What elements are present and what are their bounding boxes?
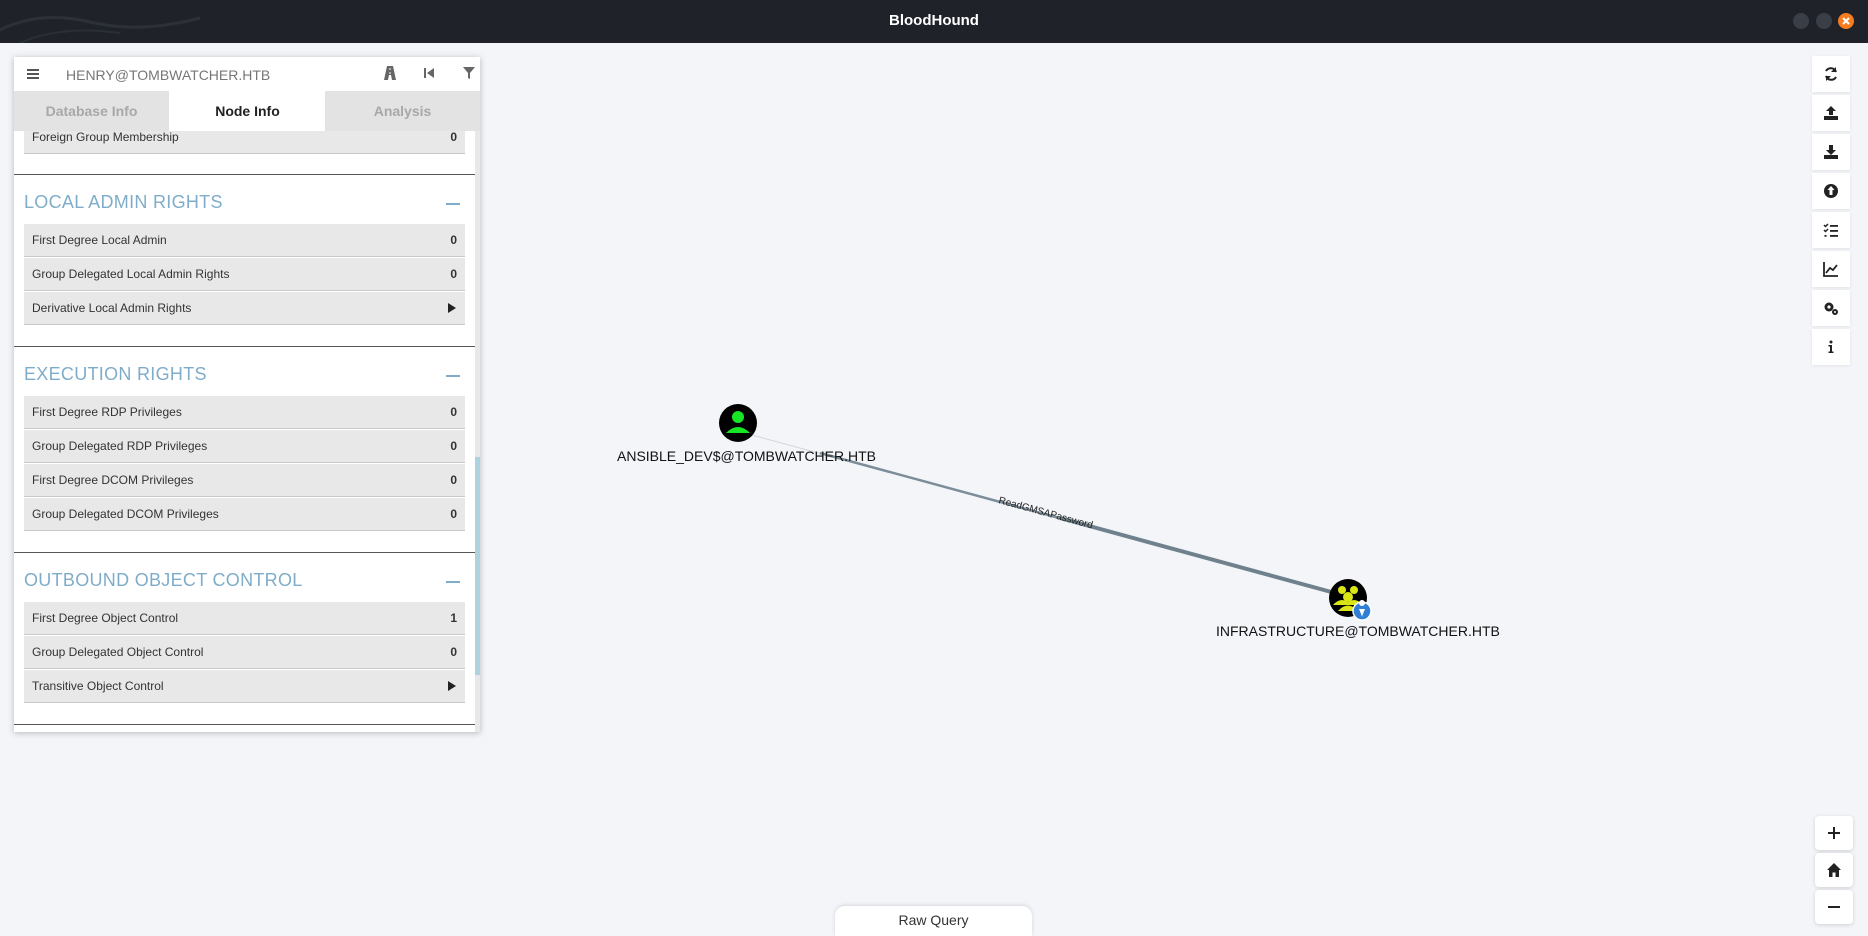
row-value: 0	[450, 473, 457, 487]
foreign-group-membership-row[interactable]: Foreign Group Membership 0	[24, 131, 465, 154]
upload-button[interactable]	[1812, 95, 1850, 131]
download-icon	[1824, 145, 1838, 159]
row-value: 0	[450, 507, 457, 521]
row-label: Group Delegated Local Admin Rights	[32, 267, 230, 281]
section-divider	[14, 174, 475, 175]
minimize-button[interactable]	[1793, 13, 1809, 29]
collapse-execution-button[interactable]	[446, 375, 460, 377]
window-title: BloodHound	[889, 12, 979, 29]
list-item[interactable]: First Degree Local Admin 0	[24, 224, 465, 257]
node-info-content: Foreign Group Membership 0 LOCAL ADMIN R…	[14, 131, 475, 732]
chart-icon	[1823, 262, 1838, 277]
hamburger-menu-icon[interactable]	[26, 66, 40, 82]
refresh-button[interactable]	[1812, 56, 1850, 92]
section-title-local-admin: LOCAL ADMIN RIGHTS	[24, 192, 223, 212]
home-button[interactable]	[1815, 853, 1853, 887]
settings-button[interactable]	[1812, 290, 1850, 326]
pathfinding-icon[interactable]	[382, 65, 398, 81]
list-item[interactable]: First Degree DCOM Privileges 0	[24, 464, 465, 497]
row-label: Group Delegated RDP Privileges	[32, 439, 208, 453]
panel-tabs: Database Info Node Info Analysis	[14, 91, 480, 131]
maximize-button[interactable]	[1816, 13, 1832, 29]
row-label: First Degree Object Control	[32, 611, 179, 625]
section-divider	[14, 346, 475, 347]
zoom-out-icon	[1828, 906, 1840, 908]
settings-icon	[1824, 302, 1838, 315]
row-value: 1	[450, 611, 457, 625]
edge-label: ReadGMSAPassword	[997, 495, 1094, 531]
zoom-in-button[interactable]	[1815, 816, 1853, 850]
filter-icon[interactable]	[462, 65, 476, 81]
zoom-in-icon	[1828, 827, 1840, 839]
list-item[interactable]: First Degree Object Control 1	[24, 602, 465, 635]
import-icon	[1824, 184, 1838, 198]
row-value: 0	[450, 439, 457, 453]
info-button[interactable]	[1812, 329, 1850, 365]
import-button[interactable]	[1812, 173, 1850, 209]
play-arrow-icon[interactable]	[447, 680, 457, 692]
row-value: 0	[450, 233, 457, 247]
section-title-execution: EXECUTION RIGHTS	[24, 364, 207, 384]
group-node-infrastructure[interactable]	[1329, 579, 1372, 621]
row-label: First Degree RDP Privileges	[32, 405, 182, 419]
list-item[interactable]: Group Delegated Local Admin Rights 0	[24, 258, 465, 291]
user-node-ansible-dev[interactable]	[719, 404, 757, 442]
zoom-out-button[interactable]	[1815, 890, 1853, 924]
tab-analysis[interactable]: Analysis	[325, 91, 480, 131]
close-button[interactable]	[1838, 13, 1854, 29]
list-item[interactable]: Group Delegated DCOM Privileges 0	[24, 498, 465, 531]
row-label: Group Delegated DCOM Privileges	[32, 507, 219, 521]
row-value: 0	[450, 645, 457, 659]
tab-node-info[interactable]: Node Info	[170, 91, 325, 131]
section-divider	[14, 724, 475, 725]
row-label: First Degree Local Admin	[32, 233, 167, 247]
search-bar	[14, 57, 480, 91]
list-item[interactable]: Transitive Object Control	[24, 670, 465, 703]
search-input[interactable]	[64, 65, 368, 85]
download-button[interactable]	[1812, 134, 1850, 170]
source-node-label: ANSIBLE_DEV$@TOMBWATCHER.HTB	[617, 448, 876, 464]
row-label: Derivative Local Admin Rights	[32, 301, 192, 315]
scrollbar-thumb[interactable]	[475, 457, 480, 675]
user-icon	[732, 411, 744, 423]
section-title-outbound: OUTBOUND OBJECT CONTROL	[24, 570, 303, 590]
section-divider	[14, 552, 475, 553]
list-item[interactable]: First Degree RDP Privileges 0	[24, 396, 465, 429]
collapse-local-admin-button[interactable]	[446, 203, 460, 205]
collapse-outbound-button[interactable]	[446, 581, 460, 583]
row-value: 0	[450, 267, 457, 281]
info-icon	[1828, 340, 1834, 353]
row-label: Transitive Object Control	[32, 679, 164, 693]
row-label: Foreign Group Membership	[32, 131, 179, 144]
row-label: First Degree DCOM Privileges	[32, 473, 194, 487]
row-value: 0	[450, 131, 457, 144]
row-value: 0	[450, 405, 457, 419]
home-icon	[1827, 863, 1841, 877]
list-item[interactable]: Derivative Local Admin Rights	[24, 292, 465, 325]
list-item[interactable]: Group Delegated Object Control 0	[24, 636, 465, 669]
upload-icon	[1824, 106, 1838, 120]
play-arrow-icon[interactable]	[447, 302, 457, 314]
search-panel: Database Info Node Info Analysis Foreign…	[14, 57, 480, 732]
query-list-button[interactable]	[1812, 212, 1850, 248]
query-list-icon	[1823, 223, 1838, 237]
refresh-icon	[1825, 67, 1837, 81]
list-item[interactable]: Group Delegated RDP Privileges 0	[24, 430, 465, 463]
row-label: Group Delegated Object Control	[32, 645, 204, 659]
raw-query-button[interactable]: Raw Query	[835, 906, 1032, 936]
close-icon	[1842, 17, 1850, 25]
back-icon[interactable]	[422, 65, 436, 81]
tab-database-info[interactable]: Database Info	[14, 91, 169, 131]
title-bar: BloodHound	[0, 0, 1868, 43]
target-node-label: INFRASTRUCTURE@TOMBWATCHER.HTB	[1216, 623, 1500, 639]
chart-button[interactable]	[1812, 251, 1850, 287]
